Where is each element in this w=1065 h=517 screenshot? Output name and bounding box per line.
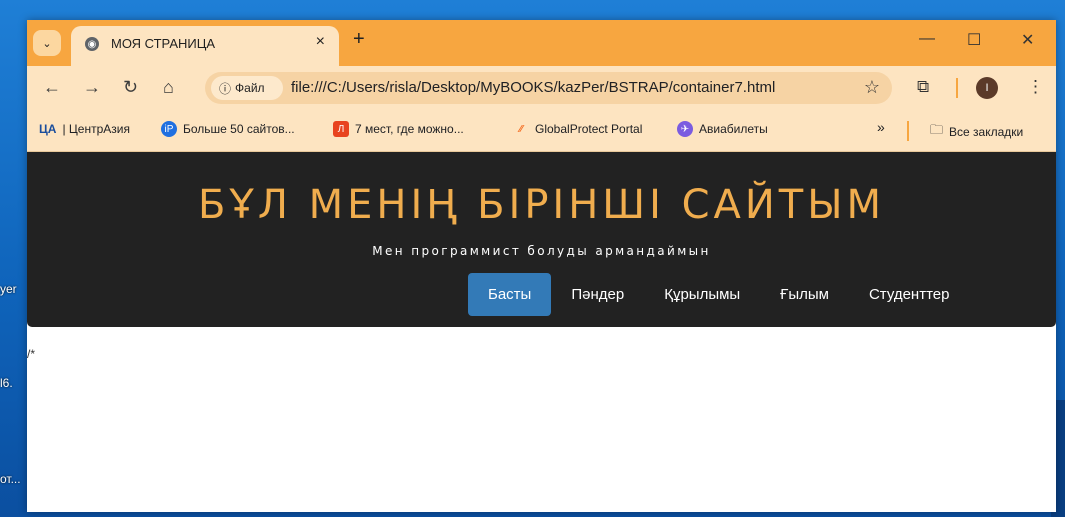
- chevron-down-icon: ⌄: [42, 37, 52, 50]
- bookmark-icon: ✈: [677, 121, 693, 137]
- nav-link-home[interactable]: Басты: [468, 273, 552, 316]
- new-tab-button[interactable]: +: [353, 28, 365, 51]
- bookmark-icon: ЦА: [39, 122, 57, 136]
- minimize-icon[interactable]: —: [919, 30, 935, 48]
- bookmark-label: GlobalProtect Portal: [535, 122, 643, 136]
- desktop-icon-label[interactable]: yer: [0, 282, 17, 296]
- page-title: БҰЛ МЕНІҢ БІРІНШІ САЙТЫМ: [197, 182, 886, 228]
- back-icon[interactable]: ←: [43, 77, 61, 98]
- menu-icon[interactable]: ⋮: [1027, 77, 1044, 97]
- site-header: БҰЛ МЕНІҢ БІРІНШІ САЙТЫМ Мен программист…: [27, 152, 1056, 327]
- maximize-icon[interactable]: ☐: [967, 30, 981, 50]
- nav-link-structure[interactable]: Құрылымы: [644, 273, 760, 316]
- bookmark-item[interactable]: ЦА | ЦентрАзия: [39, 121, 130, 137]
- extensions-icon[interactable]: ⧉: [917, 77, 929, 97]
- bookmark-item[interactable]: Л 7 мест, где можно...: [333, 121, 464, 137]
- address-bar[interactable]: ⓘ Файл file:///C:/Users/risla/Desktop/My…: [205, 72, 892, 104]
- site-info-chip[interactable]: ⓘ Файл: [211, 76, 283, 100]
- forward-icon[interactable]: →: [83, 77, 101, 98]
- nav-link-subjects[interactable]: Пәндер: [551, 273, 644, 316]
- star-icon[interactable]: ☆: [864, 77, 880, 98]
- globe-icon: ◉: [85, 37, 99, 51]
- toolbar: ← → ↻ ⌂ ⓘ Файл file:///C:/Users/risla/De…: [27, 66, 1056, 110]
- page-viewport: БҰЛ МЕНІҢ БІРІНШІ САЙТЫМ Мен программист…: [27, 152, 1056, 512]
- site-chip-label: Файл: [235, 81, 265, 95]
- site-nav: Басты Пәндер Құрылымы Ғылым Студенттер: [468, 273, 969, 316]
- close-window-icon[interactable]: ✕: [1021, 30, 1034, 50]
- bookmark-label: | ЦентрАзия: [62, 122, 130, 136]
- bookmark-item[interactable]: iP Больше 50 сайтов...: [161, 121, 295, 137]
- reload-icon[interactable]: ↻: [123, 77, 138, 98]
- bookmark-label: Больше 50 сайтов...: [183, 122, 295, 136]
- desktop-icon-label[interactable]: от...: [0, 472, 21, 486]
- title-bar: ⌄ ◉ МОЯ СТРАНИЦА × + — ☐ ✕: [27, 20, 1056, 66]
- nav-link-students[interactable]: Студенттер: [849, 273, 970, 316]
- all-bookmarks-label: Все закладки: [949, 125, 1024, 139]
- close-tab-icon[interactable]: ×: [316, 33, 325, 51]
- folder-icon: 🗀: [930, 122, 944, 137]
- tab-title: МОЯ СТРАНИЦА: [111, 36, 216, 51]
- bookmark-icon: Л: [333, 121, 349, 137]
- bookmarks-overflow-button[interactable]: »: [877, 119, 885, 135]
- bookmark-icon: iP: [161, 121, 177, 137]
- toolbar-divider: [956, 78, 958, 98]
- url-text[interactable]: file:///C:/Users/risla/Desktop/MyBOOKS/k…: [291, 79, 775, 96]
- active-tab[interactable]: ◉ МОЯ СТРАНИЦА ×: [71, 26, 339, 66]
- bookmarks-divider: [907, 121, 909, 141]
- bookmark-label: 7 мест, где можно...: [355, 122, 464, 136]
- bookmarks-bar: ЦА | ЦентрАзия iP Больше 50 сайтов... Л …: [27, 110, 1056, 152]
- page-subtitle: Мен программист болуды армандаймын: [372, 244, 711, 258]
- tab-search-button[interactable]: ⌄: [33, 30, 61, 56]
- browser-window: ⌄ ◉ МОЯ СТРАНИЦА × + — ☐ ✕ ← → ↻ ⌂ ⓘ Фай…: [27, 20, 1056, 512]
- profile-avatar[interactable]: I: [976, 77, 998, 99]
- desktop-icon-label[interactable]: l6.: [0, 376, 13, 390]
- nav-link-science[interactable]: Ғылым: [760, 273, 849, 316]
- bookmark-label: Авиабилеты: [699, 122, 768, 136]
- home-icon[interactable]: ⌂: [163, 77, 174, 98]
- info-icon: ⓘ: [219, 81, 232, 96]
- page-body-text: /*: [27, 347, 36, 361]
- bookmark-icon: ⁄⁄: [519, 123, 523, 135]
- all-bookmarks-button[interactable]: 🗀 Все закладки: [930, 121, 1023, 143]
- bookmark-item[interactable]: ⁄⁄ GlobalProtect Portal: [513, 121, 642, 137]
- bookmark-item[interactable]: ✈ Авиабилеты: [677, 121, 768, 137]
